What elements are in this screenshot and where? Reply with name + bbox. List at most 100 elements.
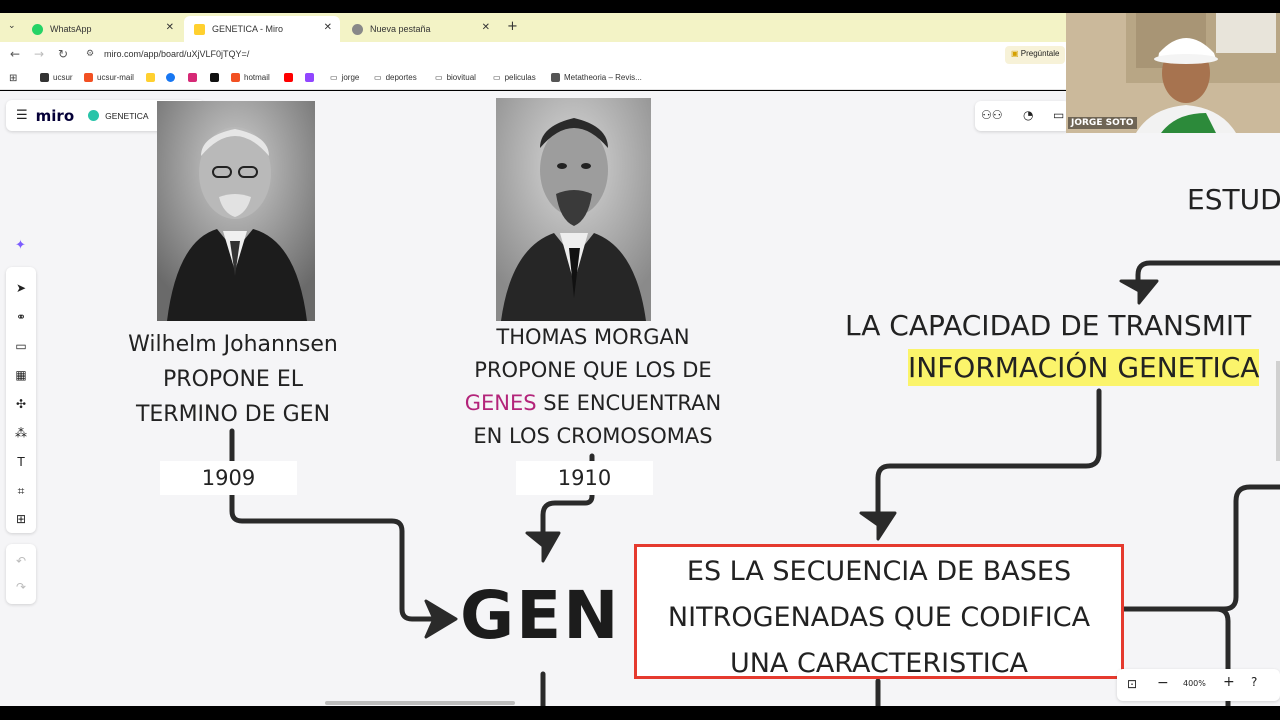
tab-nueva-pestana[interactable]: Nueva pestaña ✕: [342, 16, 498, 42]
ucsur-icon: [40, 73, 49, 82]
johannsen-caption[interactable]: Wilhelm Johannsen PROPONE EL TERMINO DE …: [108, 327, 358, 432]
main-menu-icon[interactable]: ☰: [16, 108, 28, 123]
bookmark-label: peliculas: [504, 73, 536, 82]
microsoft-icon: [84, 73, 93, 82]
webcam-video: [1066, 13, 1280, 133]
close-tab-icon[interactable]: ✕: [324, 22, 332, 33]
tab-genetica-miro[interactable]: GENETICA - Miro ✕: [184, 16, 340, 42]
tab-label: GENETICA - Miro: [212, 24, 284, 34]
bookmark-label: biovitual: [446, 73, 476, 82]
bookmark-tiktok[interactable]: [210, 73, 223, 82]
apps-grid-icon[interactable]: ⊞: [9, 73, 17, 84]
bookmark-instagram[interactable]: [188, 73, 201, 82]
board-name[interactable]: GENETICA: [105, 111, 148, 121]
folder-icon: ▭: [493, 73, 501, 82]
url-field[interactable]: miro.com/app/board/uXjVLF0jTQY=/: [104, 49, 249, 59]
gen-title[interactable]: GEN: [460, 577, 621, 654]
morgan-portrait[interactable]: [496, 98, 651, 321]
ai-sparkle-button[interactable]: ✦: [6, 234, 36, 260]
bookmark-ucsur[interactable]: ucsur: [40, 73, 73, 82]
ask-button[interactable]: ▣ Pregúntale: [1005, 46, 1066, 64]
miro-icon: [194, 23, 205, 35]
shapes-tool-icon[interactable]: ⁂: [14, 426, 28, 440]
genes-highlight-text: GENES: [464, 391, 537, 415]
capacidad-text[interactable]: LA CAPACIDAD DE TRANSMIT: [845, 309, 1251, 342]
twitch-icon: [305, 73, 314, 82]
caption-line: EN LOS CROMOSOMAS: [473, 424, 713, 448]
bookmark-deportes[interactable]: ▭ deportes: [374, 73, 417, 82]
video-icon[interactable]: ▭: [1053, 108, 1064, 122]
miro-bookmark-icon: [146, 73, 155, 82]
sticky-note-tool-icon[interactable]: ▭: [14, 339, 28, 353]
left-toolbar: ➤ ⚭ ▭ ▦ ✣ ⁂ T ⌗ ⊞: [6, 267, 36, 533]
bookmark-ucsur-mail[interactable]: ucsur-mail: [84, 73, 134, 82]
bookmark-hotmail[interactable]: hotmail: [231, 73, 270, 82]
johannsen-portrait-drawing: [157, 101, 315, 321]
zoom-in-icon[interactable]: +: [1223, 674, 1235, 690]
redo-icon[interactable]: ↷: [14, 580, 28, 594]
youtube-icon: [284, 73, 293, 82]
back-arrow-icon[interactable]: ←: [10, 47, 20, 61]
informacion-genetica-text[interactable]: INFORMACIÓN GENETICA: [908, 349, 1260, 386]
fit-to-screen-icon[interactable]: ⊡: [1127, 677, 1137, 691]
zoom-level[interactable]: 400%: [1183, 679, 1206, 688]
connection-tool-icon[interactable]: ✣: [14, 397, 28, 411]
bookmark-jorge[interactable]: ▭ jorge: [330, 73, 359, 82]
bookmark-biovitual[interactable]: ▭ biovitual: [435, 73, 476, 82]
folder-icon: ▭: [330, 73, 338, 82]
zoom-out-icon[interactable]: −: [1157, 675, 1169, 691]
tab-label: Nueva pestaña: [370, 24, 431, 34]
caption-line: PROPONE QUE LOS DE: [474, 358, 712, 382]
select-tool-icon[interactable]: ➤: [14, 281, 28, 295]
definition-line: UNA CARACTERISTICA: [729, 648, 1029, 679]
bookmark-label: jorge: [341, 73, 360, 82]
horizontal-scrollbar[interactable]: [325, 701, 515, 705]
templates-tool-icon[interactable]: ⚭: [14, 310, 28, 324]
caption-line: TERMINO DE GEN: [135, 402, 331, 427]
morgan-caption[interactable]: THOMAS MORGAN PROPONE QUE LOS DE GENES S…: [448, 321, 738, 453]
caption-line: GENES SE ENCUENTRAN: [448, 387, 738, 420]
undo-redo-panel: ↶ ↷: [6, 544, 36, 604]
highlighted-text: INFORMACIÓN GENETICA: [908, 349, 1260, 386]
bookmark-facebook[interactable]: [166, 73, 179, 82]
year-1910-box[interactable]: 1910: [516, 461, 653, 495]
caption-line: Wilhelm Johannsen: [128, 332, 338, 357]
miro-logo[interactable]: miro: [36, 107, 74, 125]
reload-icon[interactable]: ↻: [58, 47, 68, 61]
caption-rest: SE ENCUENTRAN: [536, 391, 722, 415]
new-tab-plus-icon[interactable]: +: [507, 19, 518, 34]
tab-menu-chevron-icon[interactable]: ⌄: [8, 21, 16, 31]
text-tool-icon[interactable]: T: [14, 455, 28, 469]
pkp-icon: [551, 73, 560, 82]
bookmark-label: ucsur: [53, 73, 73, 82]
close-tab-icon[interactable]: ✕: [482, 22, 490, 33]
comments-icon[interactable]: ◔: [1023, 108, 1033, 122]
bookmark-peliculas[interactable]: ▭ peliculas: [493, 73, 536, 82]
caption-line: THOMAS MORGAN: [496, 325, 690, 349]
gen-definition-box[interactable]: ES LA SECUENCIA DE BASES NITROGENADAS QU…: [634, 544, 1124, 679]
johannsen-portrait[interactable]: [157, 101, 315, 321]
bookmark-miro[interactable]: [146, 73, 159, 82]
bookmark-youtube[interactable]: [284, 73, 297, 82]
board-status-icon: [88, 110, 100, 121]
frame-tool-icon[interactable]: ⌗: [14, 484, 28, 498]
add-more-tool-icon[interactable]: ⊞: [14, 512, 28, 526]
help-icon[interactable]: ?: [1251, 675, 1257, 689]
undo-icon[interactable]: ↶: [14, 554, 28, 568]
webcam-name-label: JORGE SOTO: [1068, 117, 1137, 129]
forward-arrow-icon[interactable]: →: [34, 47, 44, 61]
bookmark-twitch[interactable]: [305, 73, 318, 82]
bookmark-label: hotmail: [244, 73, 270, 82]
miro-canvas[interactable]: ☰ miro GENETICA ⋮ ✦ ➤ ⚭ ▭ ▦ ✣ ⁂ T ⌗ ⊞ ↶ …: [0, 91, 1280, 706]
chrome-icon: [352, 23, 363, 35]
estud-text[interactable]: ESTUD: [1187, 183, 1280, 216]
tab-whatsapp[interactable]: WhatsApp ✕: [22, 16, 182, 42]
reactions-icon[interactable]: ⚇⚇: [981, 108, 1003, 122]
site-info-icon[interactable]: ⚙: [86, 49, 94, 59]
year-1909-box[interactable]: 1909: [160, 461, 297, 495]
bookmark-label: deportes: [385, 73, 417, 82]
bookmark-metatheoria[interactable]: Metatheoria – Revis...: [551, 73, 642, 82]
close-tab-icon[interactable]: ✕: [166, 22, 174, 33]
folder-icon: ▭: [374, 73, 382, 82]
frame-layout-tool-icon[interactable]: ▦: [14, 368, 28, 382]
